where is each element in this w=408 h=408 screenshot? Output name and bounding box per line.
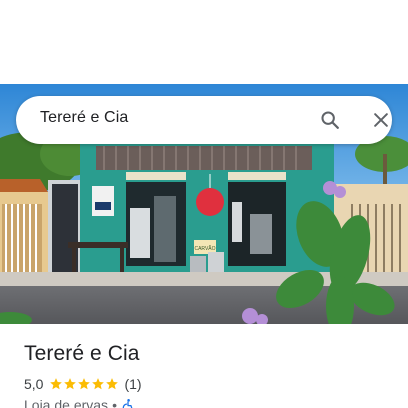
wheelchair-accessible-icon <box>122 399 133 408</box>
search-button[interactable] <box>316 106 344 134</box>
star-icon <box>106 378 119 390</box>
category-row: Loja de ervas • <box>24 397 135 408</box>
screen: CARVÃO Tereré e Cia Tereré e Cia 5,0 (1)… <box>0 0 408 408</box>
search-query-text[interactable]: Tereré e Cia <box>40 109 128 127</box>
search-bar[interactable]: Tereré e Cia <box>16 96 392 144</box>
category-separator: • <box>112 397 117 408</box>
rating-row[interactable]: 5,0 (1) <box>24 376 142 392</box>
star-rating <box>49 377 119 391</box>
search-icon <box>321 111 339 129</box>
star-icon <box>64 378 77 390</box>
star-icon <box>92 378 105 390</box>
review-count[interactable]: (1) <box>124 376 141 392</box>
carvao-sign-text: CARVÃO <box>194 245 215 252</box>
close-icon <box>374 113 388 127</box>
place-title: Tereré e Cia <box>24 342 140 365</box>
category-label: Loja de ervas <box>24 397 109 408</box>
clear-search-button[interactable] <box>367 106 395 134</box>
rating-value: 5,0 <box>24 376 44 392</box>
star-icon <box>78 378 91 390</box>
star-icon <box>50 378 63 390</box>
